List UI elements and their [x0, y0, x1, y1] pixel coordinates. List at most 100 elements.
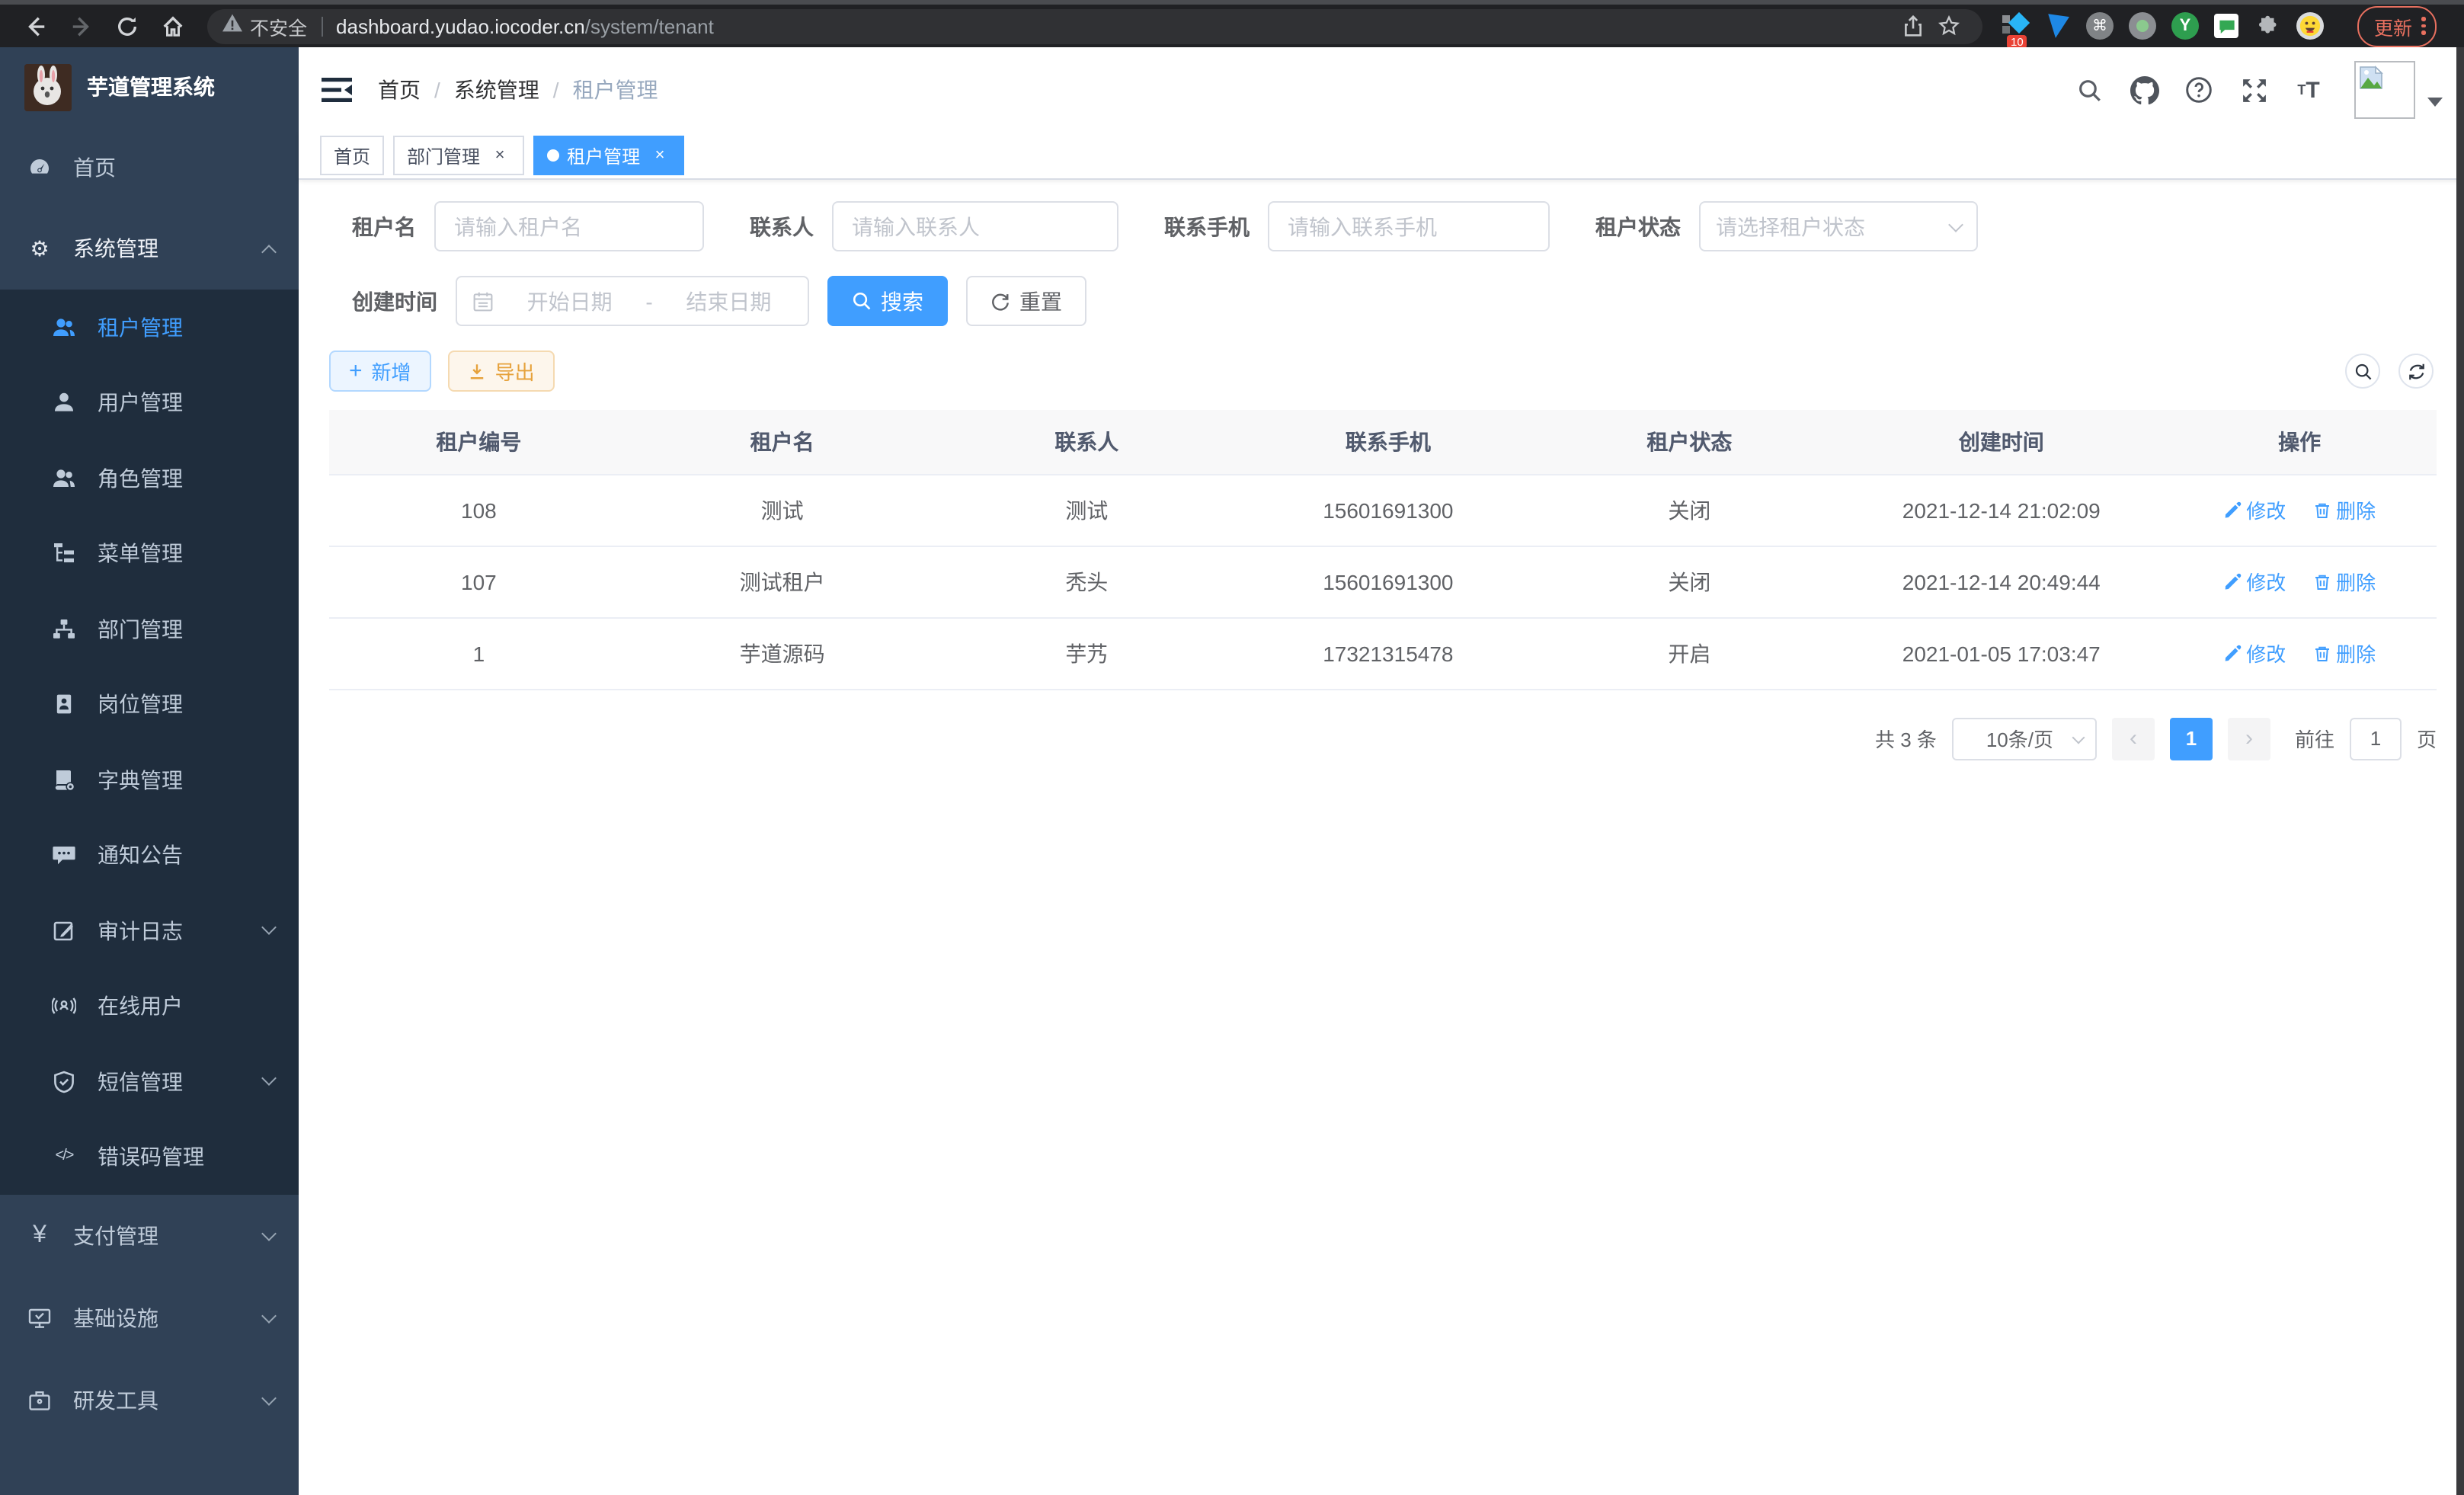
edit-link[interactable]: 修改: [2223, 567, 2286, 596]
tenant-name-input[interactable]: [434, 201, 704, 251]
help-icon[interactable]: [2181, 72, 2217, 108]
extensions-puzzle-icon[interactable]: [2254, 12, 2281, 40]
chrome-menu-icon[interactable]: [2421, 18, 2425, 35]
page-url[interactable]: dashboard.yudao.iocoder.cn/system/tenant: [336, 14, 714, 37]
security-label[interactable]: 不安全: [250, 11, 307, 40]
close-icon[interactable]: ×: [649, 145, 670, 166]
sidebar-item-user[interactable]: 用户管理: [0, 365, 299, 440]
font-size-icon[interactable]: TT: [2290, 72, 2327, 108]
sidebar-item-online[interactable]: 在线用户: [0, 968, 299, 1044]
sidebar-item-label: 支付管理: [73, 1221, 264, 1251]
sidebar-item-label: 错误码管理: [98, 1142, 204, 1173]
refresh-table-icon[interactable]: [2398, 354, 2434, 389]
trash-icon: [2313, 572, 2331, 591]
sidebar-item-label: 部门管理: [98, 614, 183, 645]
col-contact: 联系人: [936, 410, 1238, 474]
add-button[interactable]: + 新增: [329, 351, 431, 392]
share-icon[interactable]: [1897, 11, 1928, 41]
extension-gray-green-icon[interactable]: [2129, 12, 2156, 40]
extension-blue-diamond-icon[interactable]: 10: [2001, 12, 2028, 40]
sidebar-item-sms[interactable]: 短信管理: [0, 1044, 299, 1119]
sidebar-item-label: 通知公告: [98, 840, 183, 871]
extension-chat-icon[interactable]: [2214, 14, 2238, 38]
page-size-select[interactable]: 10条/页: [1952, 717, 2097, 760]
close-icon[interactable]: ×: [489, 145, 510, 166]
filter-label: 租户名: [352, 211, 434, 242]
contact-input[interactable]: [832, 201, 1118, 251]
tab-dept[interactable]: 部门管理 ×: [393, 136, 524, 175]
dictionary-icon: [52, 768, 76, 792]
sidebar-item-label: 短信管理: [98, 1067, 183, 1097]
yen-icon: ¥: [27, 1224, 52, 1248]
sidebar-item-system[interactable]: ⚙ 系统管理: [0, 207, 299, 290]
sidebar-item-auditlog[interactable]: 审计日志: [0, 893, 299, 968]
logo[interactable]: 芋道管理系统: [0, 47, 299, 126]
reload-icon[interactable]: [107, 6, 146, 46]
extension-kite-icon[interactable]: [2043, 12, 2071, 40]
chevron-down-icon: [261, 1071, 277, 1087]
toggle-search-icon[interactable]: [2345, 354, 2380, 389]
online-user-icon: [52, 994, 76, 1019]
shield-icon: [52, 1070, 76, 1094]
edit-link[interactable]: 修改: [2223, 639, 2286, 667]
extension-y-icon[interactable]: Y: [2171, 12, 2199, 40]
prev-page-button[interactable]: ‹: [2112, 717, 2155, 760]
sidebar-item-tenant[interactable]: 租户管理: [0, 290, 299, 365]
avatar[interactable]: [2354, 61, 2415, 119]
app-title: 芋道管理系统: [87, 72, 215, 102]
next-page-button[interactable]: ›: [2228, 717, 2270, 760]
sidebar-item-dict[interactable]: 字典管理: [0, 742, 299, 818]
delete-link[interactable]: 删除: [2313, 567, 2376, 596]
github-icon[interactable]: [2126, 72, 2162, 108]
sidebar-item-role[interactable]: 角色管理: [0, 440, 299, 516]
chevron-down-icon: [261, 1308, 277, 1323]
sidebar-item-pay[interactable]: ¥ 支付管理: [0, 1195, 299, 1277]
sidebar-item-label: 基础设施: [73, 1303, 264, 1333]
breadcrumb-home[interactable]: 首页: [378, 75, 421, 105]
table-row: 1 芋道源码 芋艿 17321315478 开启 2021-01-05 17:0…: [329, 617, 2437, 689]
sidebar-item-devtools[interactable]: 研发工具: [0, 1359, 299, 1442]
back-icon[interactable]: [15, 6, 55, 46]
edit-link[interactable]: 修改: [2223, 495, 2286, 524]
fullscreen-icon[interactable]: [2235, 72, 2272, 108]
user-menu[interactable]: [2354, 61, 2443, 119]
breadcrumb-system[interactable]: 系统管理: [454, 75, 539, 105]
browser-toolbar: 不安全 dashboard.yudao.iocoder.cn/system/te…: [0, 0, 2464, 47]
date-range-input[interactable]: 开始日期 - 结束日期: [456, 276, 809, 326]
sidebar-item-infra[interactable]: 基础设施: [0, 1277, 299, 1359]
sidebar-item-dept[interactable]: 部门管理: [0, 591, 299, 667]
sidebar-item-post[interactable]: 岗位管理: [0, 667, 299, 742]
cell-actions: 修改 删除: [2162, 474, 2437, 546]
bookmark-star-icon[interactable]: [1934, 11, 1964, 41]
delete-link[interactable]: 删除: [2313, 495, 2376, 524]
chrome-update-button[interactable]: 更新: [2357, 5, 2436, 46]
address-bar[interactable]: 不安全 dashboard.yudao.iocoder.cn/system/te…: [207, 8, 1982, 43]
forward-icon[interactable]: [61, 6, 101, 46]
tab-home[interactable]: 首页: [320, 136, 384, 175]
code-icon: </>: [52, 1150, 76, 1165]
export-button[interactable]: 导出: [448, 351, 555, 392]
monitor-icon: [27, 1306, 52, 1330]
goto-page-input[interactable]: [2350, 717, 2402, 760]
cell-contact: 秃头: [936, 546, 1238, 617]
sidebar-item-menu[interactable]: 菜单管理: [0, 516, 299, 591]
table-row: 108 测试 测试 15601691300 关闭 2021-12-14 21:0…: [329, 474, 2437, 546]
extension-command-icon[interactable]: ⌘: [2086, 12, 2114, 40]
delete-link[interactable]: 删除: [2313, 639, 2376, 667]
reset-button[interactable]: 重置: [966, 276, 1086, 326]
sidebar-item-notice[interactable]: 通知公告: [0, 818, 299, 893]
status-select[interactable]: 请选择租户状态: [1699, 201, 1978, 251]
header-search-icon[interactable]: [2071, 72, 2107, 108]
tab-tenant[interactable]: 租户管理 ×: [533, 136, 684, 175]
home-icon[interactable]: [152, 6, 192, 46]
profile-avatar-icon[interactable]: [2296, 12, 2324, 40]
plus-icon: +: [349, 360, 363, 383]
cell-contact: 测试: [936, 474, 1238, 546]
edit-icon: [2223, 572, 2242, 591]
sidebar-collapse-icon[interactable]: [320, 73, 354, 107]
sidebar-item-errcode[interactable]: </> 错误码管理: [0, 1119, 299, 1195]
search-button[interactable]: 搜索: [827, 276, 948, 326]
mobile-input[interactable]: [1268, 201, 1550, 251]
page-1-button[interactable]: 1: [2170, 717, 2213, 760]
sidebar-item-home[interactable]: 首页: [0, 126, 299, 207]
